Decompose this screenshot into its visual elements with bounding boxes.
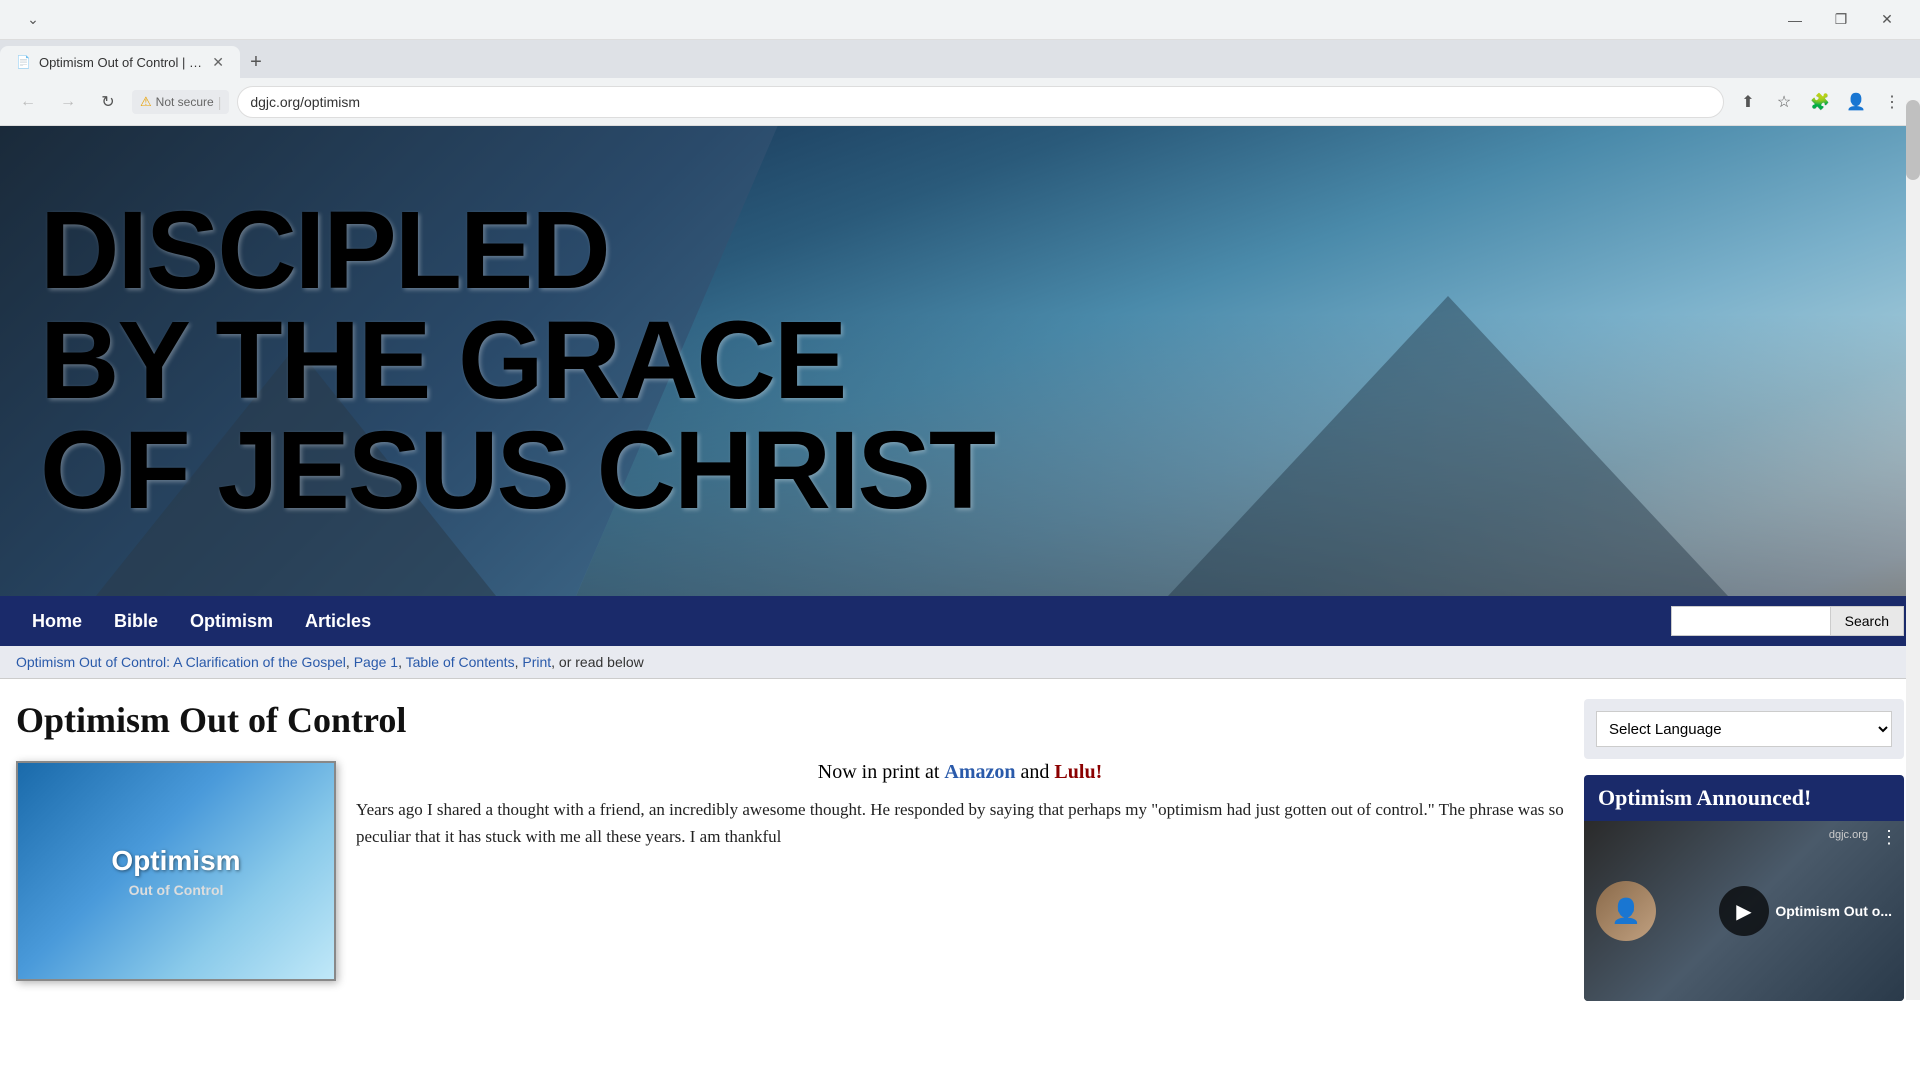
book-cover-image: Optimism Out of Control: [16, 761, 336, 981]
back-icon: ←: [20, 93, 36, 111]
print-cta-prefix: Now in print at: [818, 761, 945, 783]
breadcrumb: Optimism Out of Control: A Clarification…: [0, 646, 1920, 679]
site-navigation: Home Bible Optimism Articles Search: [0, 596, 1920, 646]
video-title-overlay: Optimism Out o...: [1775, 903, 1892, 919]
restore-icon: ❐: [1835, 11, 1848, 28]
close-icon: ✕: [1881, 11, 1893, 28]
security-badge: ⚠ Not secure |: [132, 90, 229, 114]
article-text-area: Now in print at Amazon and Lulu! Years a…: [356, 761, 1564, 850]
tab-favicon: 📄: [16, 55, 31, 69]
nav-home[interactable]: Home: [16, 596, 98, 646]
nav-optimism[interactable]: Optimism: [174, 596, 289, 646]
window-list-button[interactable]: ⌄: [10, 0, 56, 40]
search-input[interactable]: [1671, 606, 1831, 636]
tab-close-button[interactable]: ✕: [212, 54, 224, 71]
banner-heading: DISCIPLED BY THE GRACE OF JESUS CHRIST: [40, 196, 994, 526]
site-banner: DISCIPLED BY THE GRACE OF JESUS CHRIST: [0, 126, 1920, 596]
language-select[interactable]: Select Language English Spanish French G…: [1596, 711, 1892, 747]
minimize-icon: —: [1788, 12, 1802, 28]
book-cover-title: Optimism: [111, 844, 240, 878]
security-label: Not secure: [156, 95, 214, 109]
scrollbar-thumb[interactable]: [1906, 100, 1920, 180]
banner-line2: BY THE GRACE: [40, 299, 845, 422]
tab-title: Optimism Out of Control | Discip: [39, 55, 204, 70]
article-area: Optimism Out of Control Optimism Out of …: [16, 699, 1564, 1001]
sidebar: Select Language English Spanish French G…: [1584, 699, 1904, 1001]
banner-text-block: DISCIPLED BY THE GRACE OF JESUS CHRIST: [0, 166, 1034, 556]
forward-icon: →: [60, 93, 76, 111]
scrollbar[interactable]: [1906, 100, 1920, 1000]
back-button[interactable]: ←: [12, 86, 44, 118]
search-button[interactable]: Search: [1831, 606, 1904, 636]
sidebar-widget: Optimism Announced! 👤 ▶ dgjc.org Optimis…: [1584, 775, 1904, 1001]
search-group: Search: [1671, 606, 1904, 636]
new-tab-button[interactable]: +: [240, 46, 272, 78]
book-cover-subtitle: Out of Control: [129, 882, 224, 898]
nav-articles[interactable]: Articles: [289, 596, 387, 646]
main-content: Optimism Out of Control Optimism Out of …: [0, 679, 1920, 1021]
close-button[interactable]: ✕: [1864, 0, 1910, 40]
breadcrumb-link2[interactable]: Page 1: [354, 654, 398, 670]
reload-icon: ↻: [101, 92, 114, 112]
video-avatar: 👤: [1596, 881, 1656, 941]
video-more-button[interactable]: ⋮: [1880, 827, 1898, 848]
banner-line3: OF JESUS CHRIST: [40, 409, 994, 532]
amazon-link[interactable]: Amazon: [944, 761, 1015, 783]
share-button[interactable]: ⬆: [1732, 86, 1764, 118]
language-selector-wrapper: Select Language English Spanish French G…: [1584, 699, 1904, 759]
extensions-button[interactable]: 🧩: [1804, 86, 1836, 118]
banner-line1: DISCIPLED: [40, 189, 609, 312]
video-thumbnail[interactable]: 👤 ▶ dgjc.org Optimism Out o... ⋮: [1584, 821, 1904, 1001]
article-body: Optimism Out of Control Now in print at …: [16, 761, 1564, 981]
video-site-label: dgjc.org: [1829, 829, 1868, 841]
article-body-text: Years ago I shared a thought with a frie…: [356, 800, 1564, 846]
article-paragraph: Years ago I shared a thought with a frie…: [356, 796, 1564, 850]
active-tab[interactable]: 📄 Optimism Out of Control | Discip ✕: [0, 46, 240, 78]
forward-button[interactable]: →: [52, 86, 84, 118]
breadcrumb-link4[interactable]: Print: [522, 654, 551, 670]
restore-button[interactable]: ❐: [1818, 0, 1864, 40]
profile-button[interactable]: 👤: [1840, 86, 1872, 118]
share-icon: ⬆: [1741, 92, 1754, 112]
play-icon: ▶: [1736, 899, 1751, 924]
bookmark-icon: ☆: [1777, 92, 1791, 112]
breadcrumb-link1[interactable]: Optimism Out of Control: A Clarification…: [16, 654, 346, 670]
article-title: Optimism Out of Control: [16, 699, 1564, 741]
minimize-button[interactable]: —: [1772, 0, 1818, 40]
extensions-icon: 🧩: [1810, 92, 1830, 112]
lulu-link[interactable]: Lulu!: [1054, 761, 1102, 783]
warning-icon: ⚠: [140, 94, 152, 110]
bookmark-button[interactable]: ☆: [1768, 86, 1800, 118]
reload-button[interactable]: ↻: [92, 86, 124, 118]
menu-icon: ⋮: [1884, 92, 1900, 112]
print-cta: Now in print at Amazon and Lulu!: [356, 761, 1564, 784]
breadcrumb-link3[interactable]: Table of Contents: [406, 654, 515, 670]
widget-header: Optimism Announced!: [1584, 775, 1904, 821]
profile-icon: 👤: [1846, 92, 1866, 112]
and-text: and: [1016, 761, 1055, 783]
menu-button[interactable]: ⋮: [1876, 86, 1908, 118]
video-play-button[interactable]: ▶: [1719, 886, 1769, 936]
address-bar[interactable]: [237, 86, 1724, 118]
window-list-icon: ⌄: [27, 11, 39, 28]
nav-bible[interactable]: Bible: [98, 596, 174, 646]
